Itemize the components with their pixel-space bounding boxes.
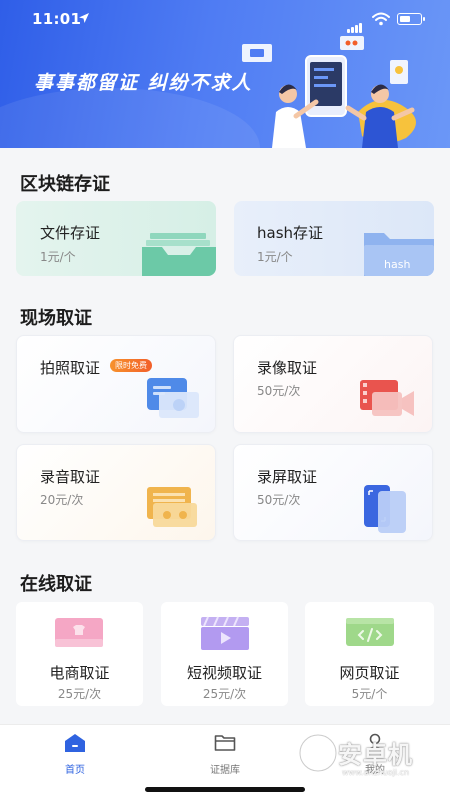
short-video-evidence-card[interactable]: 短视频取证 25元/次: [161, 602, 288, 706]
dispute-illustration: [242, 36, 416, 148]
audio-evidence-name: 录音取证: [40, 468, 101, 486]
video-evidence-name: 录像取证: [257, 359, 318, 377]
clapperboard-icon: [201, 616, 249, 650]
webpage-evidence-price: 5元/个: [351, 687, 388, 701]
short-video-evidence-name: 短视频取证: [186, 664, 262, 682]
video-evidence-card[interactable]: 录像取证 50元/次: [233, 335, 433, 433]
file-evidence-name: 文件存证: [40, 224, 101, 242]
section-title-onsite: 现场取证: [20, 308, 92, 329]
banner-slogan: 事事都留证 纠纷不求人: [34, 72, 253, 94]
screen-record-icon: [364, 485, 406, 533]
screen-record-evidence-name: 录屏取证: [257, 468, 318, 486]
photo-gallery-icon: [147, 378, 199, 418]
ecommerce-evidence-card[interactable]: 电商取证 25元/次: [16, 602, 143, 706]
webpage-code-icon: [346, 618, 394, 646]
webpage-evidence-card[interactable]: 网页取证 5元/个: [305, 602, 434, 706]
webpage-evidence-name: 网页取证: [339, 664, 400, 682]
audio-evidence-card[interactable]: 录音取证 20元/次: [16, 444, 216, 541]
hash-folder-label: hash: [384, 258, 411, 271]
file-evidence-card[interactable]: 文件存证 1元/个: [16, 201, 216, 276]
section-title-online: 在线取证: [20, 574, 92, 595]
hash-evidence-card[interactable]: hash存证 1元/个 hash: [234, 201, 434, 276]
ecommerce-evidence-price: 25元/次: [57, 687, 102, 701]
tab-evidence-label: 证据库: [210, 765, 240, 776]
screen-record-evidence-price: 50元/次: [257, 493, 301, 507]
video-camera-icon: [360, 380, 414, 416]
video-evidence-price: 50元/次: [257, 384, 301, 398]
folder-icon: [214, 735, 236, 751]
cellular-signal-icon: [347, 14, 363, 33]
free-limited-badge: 限时免费: [110, 359, 152, 372]
screen-record-evidence-card[interactable]: 录屏取证 50元/次: [233, 444, 433, 541]
photo-evidence-card[interactable]: 拍照取证: [16, 335, 216, 433]
battery-icon: [397, 13, 425, 25]
ecommerce-monitor-icon: [55, 618, 103, 647]
watermark-url: www.anzhuoji.cn: [342, 768, 410, 777]
tab-home[interactable]: 首页: [30, 733, 120, 776]
tab-evidence-library[interactable]: 证据库: [180, 733, 270, 776]
hash-evidence-price: 1元/个: [257, 250, 293, 264]
file-evidence-price: 1元/个: [40, 250, 76, 264]
ecommerce-evidence-name: 电商取证: [49, 664, 110, 682]
status-time: 11:01: [32, 10, 82, 28]
cassette-tape-icon: [147, 487, 197, 527]
photo-evidence-name: 拍照取证: [40, 359, 101, 377]
top-banner[interactable]: 11:01 事事都留证 纠纷不求人: [0, 0, 450, 148]
wifi-icon: [372, 12, 390, 26]
file-tray-icon: [142, 233, 216, 276]
tab-home-label: 首页: [65, 765, 85, 776]
short-video-evidence-price: 25元/次: [202, 687, 247, 701]
audio-evidence-price: 20元/次: [40, 493, 84, 507]
hash-evidence-name: hash存证: [257, 224, 324, 242]
watermark-text: 安卓机: [338, 741, 413, 769]
home-indicator: [145, 787, 305, 792]
section-title-blockchain: 区块链存证: [20, 174, 110, 195]
location-arrow-icon: [79, 13, 89, 23]
home-icon: [65, 734, 85, 752]
